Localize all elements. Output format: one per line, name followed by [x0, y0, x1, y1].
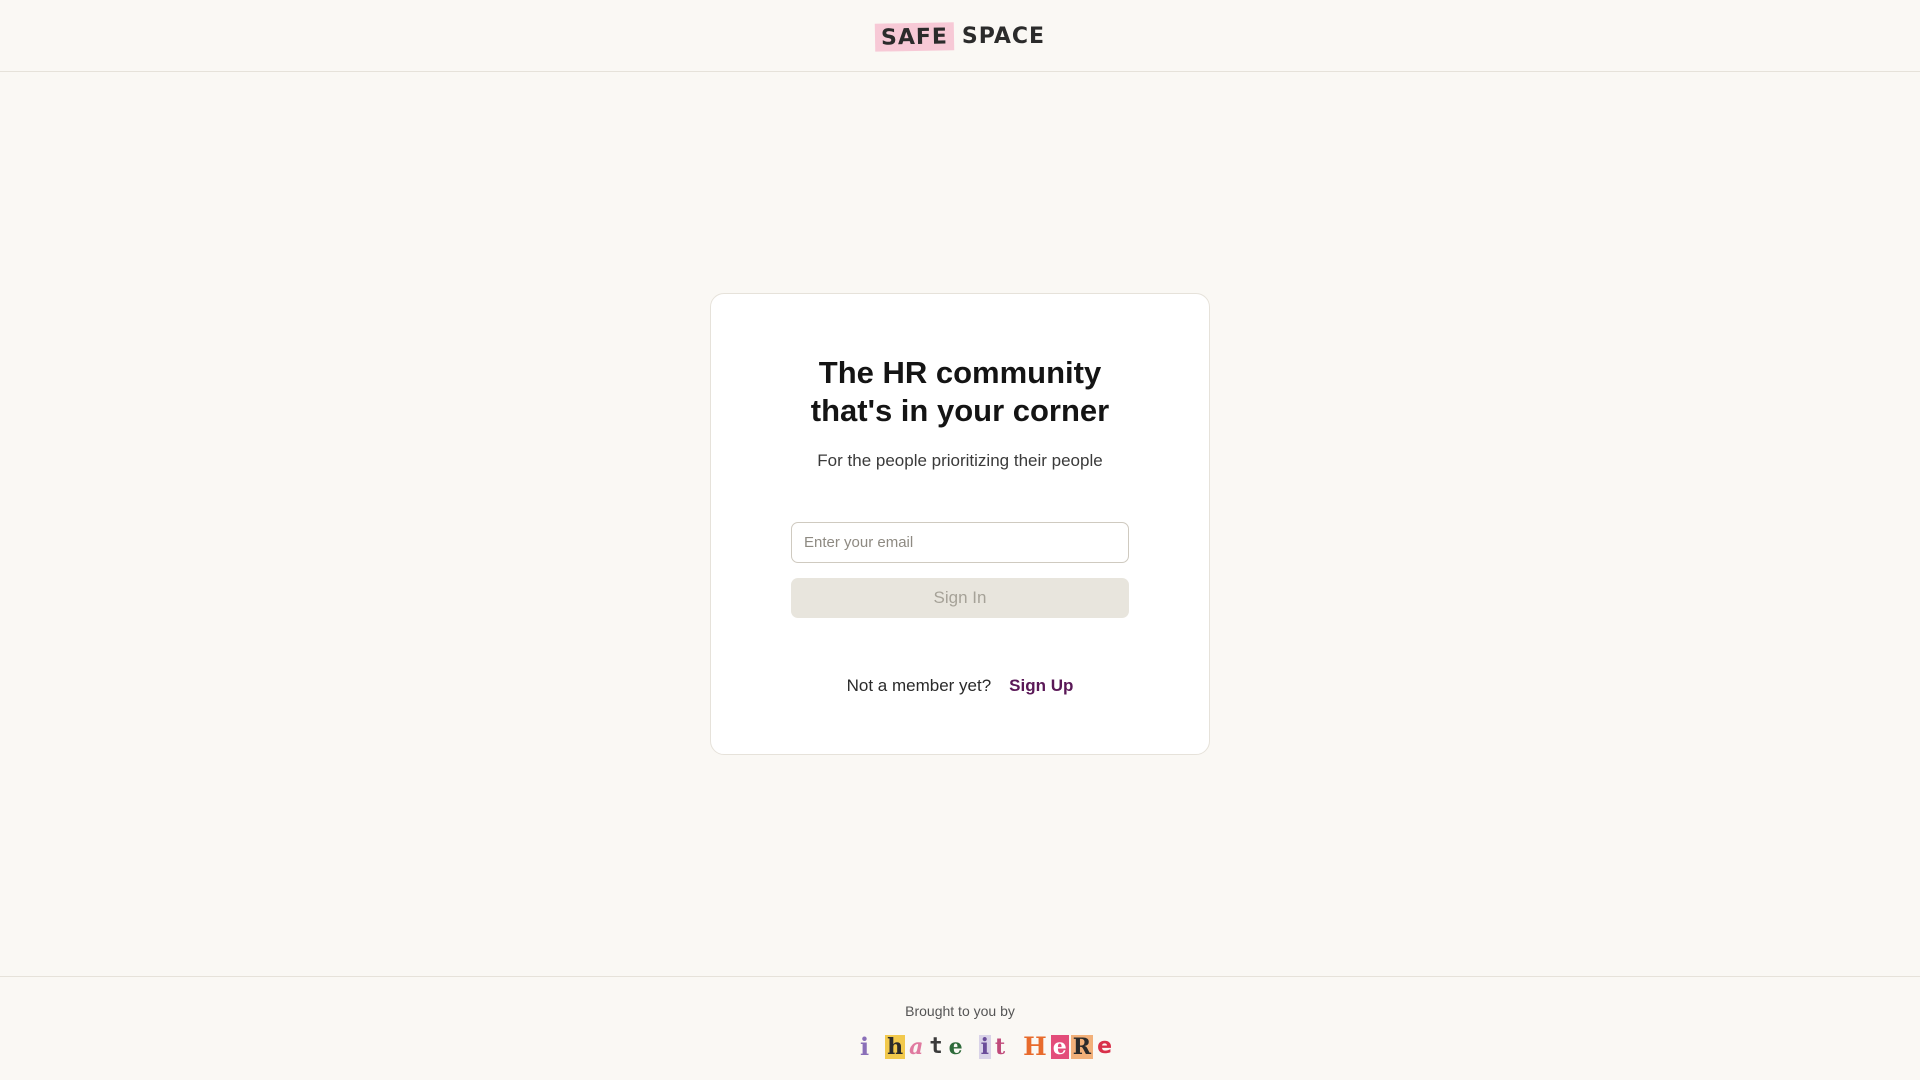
signup-prompt: Not a member yet? Sign Up — [711, 676, 1209, 696]
headline-line-1: The HR community — [818, 355, 1102, 390]
email-input[interactable] — [791, 522, 1129, 563]
sign-in-button[interactable]: Sign In — [791, 578, 1129, 618]
i-hate-it-here-logo[interactable]: i h a t e i t H e R e — [858, 1029, 1114, 1059]
headline-line-2: that's in your corner — [810, 393, 1110, 428]
member-question: Not a member yet? — [846, 676, 992, 695]
sign-in-card: The HR community that's in your corner F… — [710, 293, 1210, 755]
top-bar: SAFE SPACE — [0, 0, 1920, 72]
logo-word-safe: SAFE — [874, 21, 955, 52]
subtitle: For the people prioritizing their people — [817, 451, 1103, 470]
brought-to-you-by: Brought to you by — [905, 1003, 1015, 1019]
safe-space-logo[interactable]: SAFE SPACE — [874, 21, 1046, 52]
footer: Brought to you by i h a t e i t H e R e — [0, 976, 1920, 1080]
logo-word-space: SPACE — [961, 24, 1046, 49]
sign-up-link[interactable]: Sign Up — [1009, 676, 1073, 696]
page-title: The HR community that's in your corner — [711, 354, 1209, 430]
